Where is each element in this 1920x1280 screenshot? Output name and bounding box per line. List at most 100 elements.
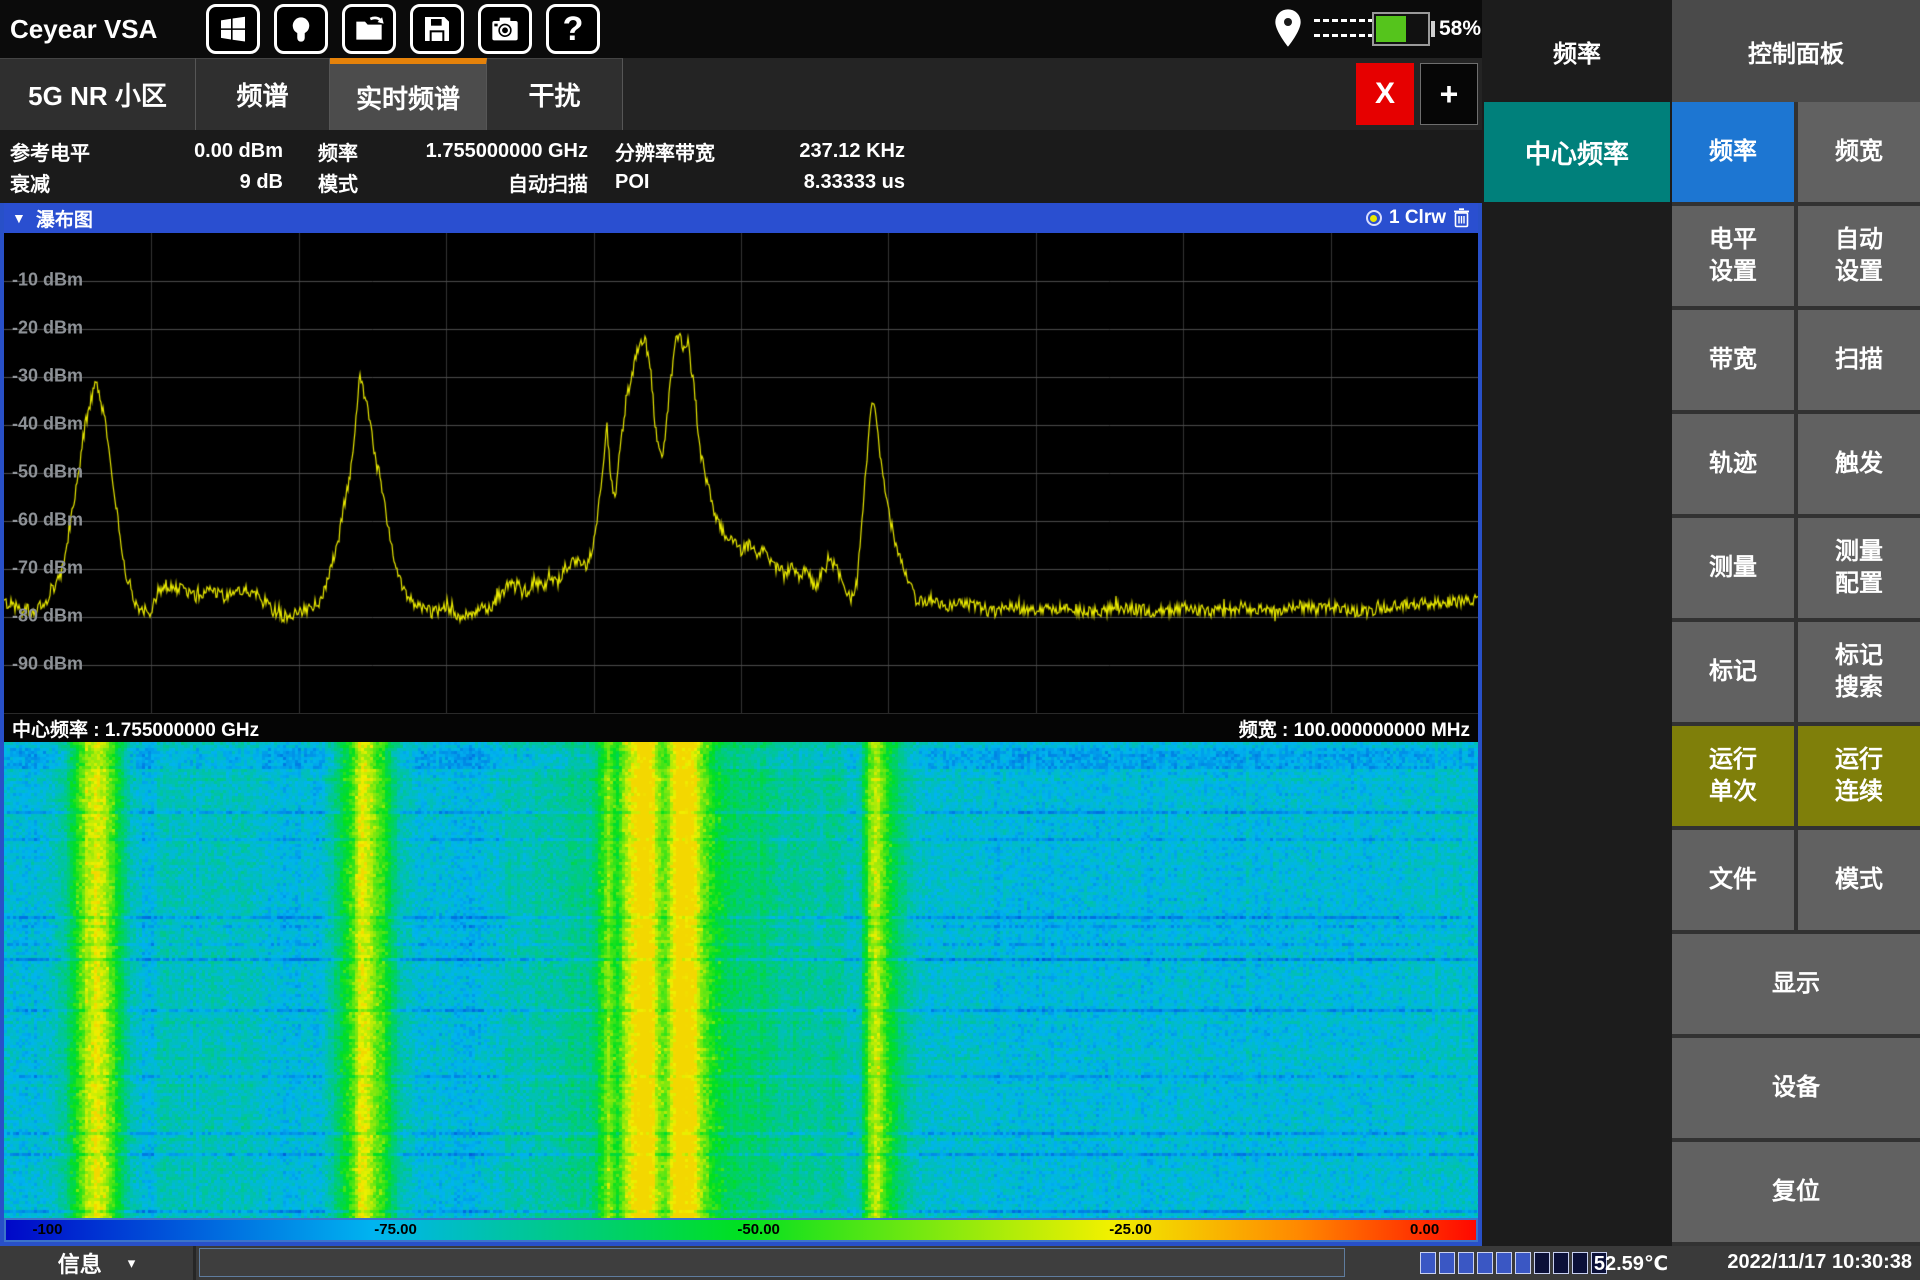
param-value: 237.12 KHz	[765, 140, 905, 163]
progress-indicator	[1420, 1252, 1607, 1274]
y-axis-tick: -20 dBm	[12, 317, 83, 338]
param-label: 参考电平	[0, 137, 150, 166]
colorbar-tick: -25.00	[1109, 1221, 1152, 1238]
amplitude-colorbar: -100 -75.00 -50.00 -25.00 0.00	[4, 1218, 1478, 1242]
waterfall-window: ▼ 瀑布图 1 Clrw	[0, 203, 1482, 1246]
progress-segment	[1534, 1252, 1550, 1274]
colorbar-tick: -50.00	[737, 1221, 780, 1238]
add-tab-button[interactable]: +	[1420, 63, 1478, 125]
window-title: 瀑布图	[36, 205, 93, 232]
control-button-2[interactable]: 频宽	[1798, 102, 1920, 202]
control-button-10[interactable]: 测量 配置	[1798, 518, 1920, 618]
control-button-7[interactable]: 轨迹	[1672, 414, 1794, 514]
chevron-down-icon: ▾	[128, 1254, 136, 1272]
control-panel-header: 控制面板	[1672, 0, 1920, 102]
toolbar: ?	[206, 4, 600, 54]
param-label: POI	[615, 171, 765, 194]
control-button-18[interactable]: 设备	[1672, 1038, 1920, 1138]
param-row: 参考电平0.00 dBm频率1.755000000 GHz分辨率带宽237.12…	[0, 136, 1482, 167]
title-bar: Ceyear VSA ? 58%	[0, 0, 1482, 58]
progress-segment	[1477, 1252, 1493, 1274]
tab-1[interactable]: 5G NR 小区	[0, 58, 196, 130]
y-axis-tick: -90 dBm	[12, 653, 83, 674]
param-label: 衰减	[0, 168, 150, 197]
trace-controls: 1 Clrw	[1366, 207, 1470, 229]
frequency-status-line: 中心频率 : 1.755000000 GHz 频宽 : 100.00000000…	[4, 713, 1478, 742]
control-button-15[interactable]: 文件	[1672, 830, 1794, 930]
control-button-column: 控制面板 频率频宽电平 设置自动 设置带宽扫描轨迹触发测量测量 配置标记标记 搜…	[1672, 0, 1920, 1246]
tabs: 5G NR 小区频谱实时频谱干扰	[0, 58, 623, 130]
control-button-grid: 频率频宽电平 设置自动 设置带宽扫描轨迹触发测量测量 配置标记标记 搜索运行 单…	[1672, 102, 1920, 1242]
tab-3[interactable]: 实时频谱	[330, 58, 487, 130]
softkey-center-frequency[interactable]: 中心频率	[1484, 102, 1670, 202]
parameter-summary: 参考电平0.00 dBm频率1.755000000 GHz分辨率带宽237.12…	[0, 130, 1482, 203]
app-title: Ceyear VSA	[10, 14, 200, 45]
y-axis-tick: -50 dBm	[12, 461, 83, 482]
window-title-group: ▼ 瀑布图	[12, 205, 93, 232]
control-button-3[interactable]: 电平 设置	[1672, 206, 1794, 306]
softkey-menu-column: 频率 中心频率	[1482, 0, 1672, 1246]
colorbar-tick: -100	[32, 1221, 62, 1238]
folder-recall-icon[interactable]	[342, 4, 396, 54]
collapse-triangle-icon[interactable]: ▼	[12, 210, 26, 226]
camera-icon[interactable]	[478, 4, 532, 54]
control-button-11[interactable]: 标记	[1672, 622, 1794, 722]
y-axis-tick: -60 dBm	[12, 509, 83, 530]
app-root: Ceyear VSA ? 58% 5G NR 小区频谱实时频谱干扰 X + 参考…	[0, 0, 1920, 1280]
control-button-5[interactable]: 带宽	[1672, 310, 1794, 410]
param-label: 频率	[318, 137, 408, 166]
battery-percent: 58%	[1439, 17, 1481, 41]
trace-color-icon[interactable]	[1366, 210, 1382, 226]
param-value: 0.00 dBm	[150, 140, 283, 163]
progress-segment	[1553, 1252, 1569, 1274]
close-tab-button[interactable]: X	[1356, 63, 1414, 125]
progress-segment	[1439, 1252, 1455, 1274]
y-axis-tick: -70 dBm	[12, 557, 83, 578]
y-axis-tick: -40 dBm	[12, 413, 83, 434]
tab-2[interactable]: 频谱	[196, 58, 330, 130]
span-readout: 频宽 : 100.000000000 MHz	[1239, 715, 1470, 742]
info-dropdown[interactable]: 信息 ▾	[0, 1246, 196, 1280]
temperature-readout: 52.59℃	[1586, 1251, 1676, 1276]
control-button-12[interactable]: 标记 搜索	[1798, 622, 1920, 722]
battery-indicator: 58%	[1372, 12, 1481, 46]
control-button-4[interactable]: 自动 设置	[1798, 206, 1920, 306]
control-button-9[interactable]: 测量	[1672, 518, 1794, 618]
windows-icon[interactable]	[206, 4, 260, 54]
progress-segment	[1515, 1252, 1531, 1274]
control-button-8[interactable]: 触发	[1798, 414, 1920, 514]
control-button-1[interactable]: 频率	[1672, 102, 1794, 202]
bulb-icon[interactable]	[274, 4, 328, 54]
progress-segment	[1420, 1252, 1436, 1274]
info-dropdown-label: 信息	[58, 1247, 102, 1279]
help-icon[interactable]: ?	[546, 4, 600, 54]
param-value: 自动扫描	[408, 168, 588, 197]
control-button-19[interactable]: 复位	[1672, 1142, 1920, 1242]
location-pin-icon	[1272, 8, 1304, 48]
trace-label[interactable]: 1 Clrw	[1389, 207, 1446, 229]
control-button-13[interactable]: 运行 单次	[1672, 726, 1794, 826]
control-button-6[interactable]: 扫描	[1798, 310, 1920, 410]
spectrum-plot[interactable]	[4, 233, 1478, 713]
waterfall-plot[interactable]	[4, 742, 1478, 1218]
spectrum-display[interactable]: -10 dBm -20 dBm -30 dBm -40 dBm -50 dBm -60 d…	[4, 233, 1478, 713]
param-label: 模式	[318, 168, 408, 197]
window-title-bar[interactable]: ▼ 瀑布图 1 Clrw	[4, 203, 1478, 233]
colorbar-tick: 0.00	[1410, 1221, 1439, 1238]
datetime-readout: 2022/11/17 10:30:38	[1727, 1251, 1912, 1274]
tab-4[interactable]: 干扰	[487, 58, 623, 130]
trash-icon[interactable]	[1453, 208, 1470, 228]
center-frequency-readout: 中心频率 : 1.755000000 GHz	[12, 715, 259, 742]
tab-bar: 5G NR 小区频谱实时频谱干扰 X +	[0, 58, 1482, 130]
y-axis-tick: -10 dBm	[12, 269, 83, 290]
softkey-menu-header: 频率	[1482, 0, 1672, 102]
y-axis-tick: -30 dBm	[12, 365, 83, 386]
control-button-17[interactable]: 显示	[1672, 934, 1920, 1034]
softkey-menu-items: 中心频率	[1482, 102, 1672, 202]
colorbar-tick: -75.00	[374, 1221, 417, 1238]
control-button-14[interactable]: 运行 连续	[1798, 726, 1920, 826]
y-axis-tick: -80 dBm	[12, 605, 83, 626]
param-value: 9 dB	[150, 171, 283, 194]
control-button-16[interactable]: 模式	[1798, 830, 1920, 930]
save-icon[interactable]	[410, 4, 464, 54]
